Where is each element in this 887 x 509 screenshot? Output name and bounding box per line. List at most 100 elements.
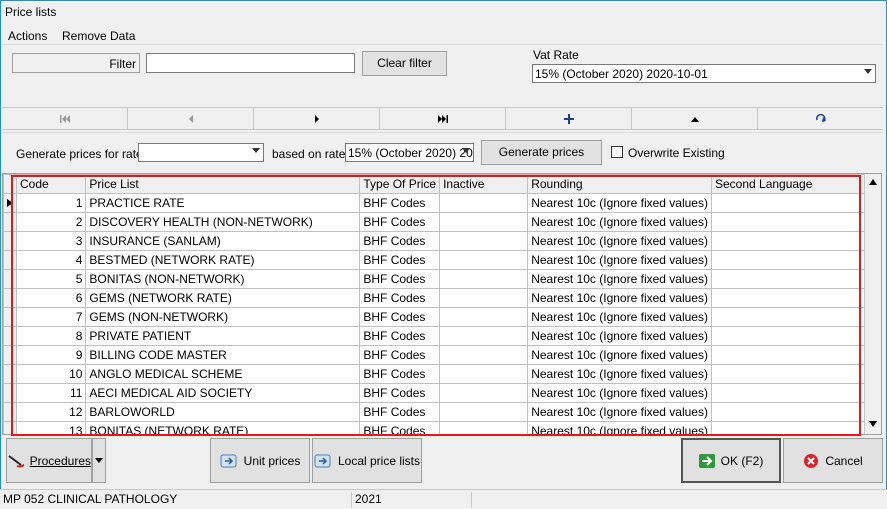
cell-code[interactable]: 10 (15, 364, 87, 384)
table-row[interactable]: 2 DISCOVERY HEALTH (NON-NETWORK) BHF Codes… (3, 212, 881, 232)
table-row[interactable]: 10 ANGLO MEDICAL SCHEME BHF Codes Nearest 1… (3, 364, 881, 384)
cell-type-of-price[interactable]: BHF Codes (359, 364, 441, 384)
cell-price-list[interactable]: DISCOVERY HEALTH (NON-NETWORK) (85, 212, 361, 232)
cell-price-list[interactable]: BESTMED (NETWORK RATE) (85, 250, 361, 270)
cell-code[interactable]: 4 (15, 250, 87, 270)
nav-refresh-button[interactable] (758, 108, 883, 130)
cell-price-list[interactable]: GEMS (NETWORK RATE) (85, 288, 361, 308)
cell-second-language[interactable] (710, 326, 881, 346)
cell-rounding[interactable]: Nearest 10c (Ignore fixed values) (527, 326, 712, 346)
cell-second-language[interactable] (710, 421, 881, 434)
table-row[interactable]: 11 AECI MEDICAL AID SOCIETY BHF Codes Neare… (3, 383, 881, 403)
cell-code[interactable]: 8 (15, 326, 87, 346)
overwrite-existing-checkbox[interactable] (611, 146, 623, 158)
table-row[interactable]: 6 GEMS (NETWORK RATE) BHF Codes Nearest 10c… (3, 288, 881, 308)
table-row[interactable]: 7 GEMS (NON-NETWORK) BHF Codes Nearest 10c … (3, 307, 881, 327)
cell-price-list[interactable]: BONITAS (NETWORK RATE) (85, 421, 361, 434)
cell-rounding[interactable]: Nearest 10c (Ignore fixed values) (527, 193, 712, 213)
table-row[interactable]: 9 BILLING CODE MASTER BHF Codes Nearest 10c… (3, 345, 881, 365)
cell-rounding[interactable]: Nearest 10c (Ignore fixed values) (527, 345, 712, 365)
cell-price-list[interactable]: INSURANCE (SANLAM) (85, 231, 361, 251)
cell-inactive[interactable] (439, 231, 529, 251)
generate-for-rate-select[interactable] (138, 143, 264, 162)
cell-code[interactable]: 7 (15, 307, 87, 327)
cell-type-of-price[interactable]: BHF Codes (359, 269, 441, 289)
procedures-dropdown-button[interactable] (92, 438, 106, 483)
nav-last-button[interactable] (380, 108, 506, 130)
column-header-inactive[interactable]: Inactive (439, 174, 529, 194)
cell-price-list[interactable]: BONITAS (NON-NETWORK) (85, 269, 361, 289)
filter-input[interactable] (146, 53, 355, 73)
cell-rounding[interactable]: Nearest 10c (Ignore fixed values) (527, 383, 712, 403)
cell-type-of-price[interactable]: BHF Codes (359, 345, 441, 365)
cell-price-list[interactable]: BARLOWORLD (85, 402, 361, 422)
based-on-rate-select[interactable]: 15% (October 2020) 20 (345, 143, 474, 162)
table-row[interactable]: 4 BESTMED (NETWORK RATE) BHF Codes Nearest … (3, 250, 881, 270)
cell-rounding[interactable]: Nearest 10c (Ignore fixed values) (527, 269, 712, 289)
cell-price-list[interactable]: PRACTICE RATE (85, 193, 361, 213)
cell-rounding[interactable]: Nearest 10c (Ignore fixed values) (527, 402, 712, 422)
cell-type-of-price[interactable]: BHF Codes (359, 383, 441, 403)
nav-first-button[interactable] (2, 108, 128, 130)
cell-inactive[interactable] (439, 364, 529, 384)
cell-price-list[interactable]: PRIVATE PATIENT (85, 326, 361, 346)
cancel-button[interactable]: Cancel (783, 438, 883, 483)
cell-second-language[interactable] (710, 364, 881, 384)
cell-type-of-price[interactable]: BHF Codes (359, 212, 441, 232)
cell-inactive[interactable] (439, 326, 529, 346)
table-row[interactable]: 8 PRIVATE PATIENT BHF Codes Nearest 10c (Ig… (3, 326, 881, 346)
column-header-rounding[interactable]: Rounding (527, 174, 712, 194)
procedures-button[interactable]: Procedures (6, 438, 92, 483)
cell-inactive[interactable] (439, 288, 529, 308)
clear-filter-button[interactable]: Clear filter (362, 51, 447, 76)
cell-price-list[interactable]: GEMS (NON-NETWORK) (85, 307, 361, 327)
cell-second-language[interactable] (710, 288, 881, 308)
cell-type-of-price[interactable]: BHF Codes (359, 250, 441, 270)
cell-rounding[interactable]: Nearest 10c (Ignore fixed values) (527, 307, 712, 327)
ok-button[interactable]: OK (F2) (681, 438, 781, 483)
column-header-second-language[interactable]: Second Language (710, 174, 881, 194)
cell-code[interactable]: 13 (15, 421, 87, 434)
cell-code[interactable]: 2 (15, 212, 87, 232)
menu-remove-data[interactable]: Remove Data (62, 29, 135, 43)
cell-code[interactable]: 3 (15, 231, 87, 251)
local-price-lists-button[interactable]: Local price lists (312, 438, 422, 483)
cell-code[interactable]: 12 (15, 402, 87, 422)
cell-type-of-price[interactable]: BHF Codes (359, 402, 441, 422)
nav-insert-button[interactable] (506, 108, 632, 130)
vat-rate-select[interactable]: 15% (October 2020) 2020-10-01 (532, 64, 876, 83)
nav-next-button[interactable] (254, 108, 380, 130)
scroll-down-icon[interactable] (868, 420, 878, 428)
grid-vertical-scrollbar[interactable] (864, 174, 881, 434)
nav-prior-button[interactable] (128, 108, 254, 130)
cell-code[interactable]: 1 (15, 193, 87, 213)
cell-type-of-price[interactable]: BHF Codes (359, 421, 441, 434)
table-row[interactable]: 12 BARLOWORLD BHF Codes Nearest 10c (Ignore… (3, 402, 881, 422)
cell-rounding[interactable]: Nearest 10c (Ignore fixed values) (527, 288, 712, 308)
cell-second-language[interactable] (710, 307, 881, 327)
nav-up-button[interactable] (632, 108, 758, 130)
cell-inactive[interactable] (439, 212, 529, 232)
cell-code[interactable]: 11 (15, 383, 87, 403)
cell-rounding[interactable]: Nearest 10c (Ignore fixed values) (527, 250, 712, 270)
cell-second-language[interactable] (710, 345, 881, 365)
cell-inactive[interactable] (439, 421, 529, 434)
cell-second-language[interactable] (710, 383, 881, 403)
cell-code[interactable]: 9 (15, 345, 87, 365)
price-list-grid[interactable]: Code Price List Type Of Price Inactive R… (2, 173, 882, 435)
cell-second-language[interactable] (710, 402, 881, 422)
cell-rounding[interactable]: Nearest 10c (Ignore fixed values) (527, 421, 712, 434)
cell-second-language[interactable] (710, 212, 881, 232)
cell-inactive[interactable] (439, 250, 529, 270)
cell-second-language[interactable] (710, 193, 881, 213)
cell-code[interactable]: 5 (15, 269, 87, 289)
table-row[interactable]: 5 BONITAS (NON-NETWORK) BHF Codes Nearest 1… (3, 269, 881, 289)
cell-type-of-price[interactable]: BHF Codes (359, 326, 441, 346)
cell-second-language[interactable] (710, 250, 881, 270)
cell-type-of-price[interactable]: BHF Codes (359, 307, 441, 327)
table-row[interactable]: 1 PRACTICE RATE BHF Codes Nearest 10c (Igno… (3, 193, 881, 213)
cell-type-of-price[interactable]: BHF Codes (359, 193, 441, 213)
cell-price-list[interactable]: AECI MEDICAL AID SOCIETY (85, 383, 361, 403)
cell-rounding[interactable]: Nearest 10c (Ignore fixed values) (527, 231, 712, 251)
cell-price-list[interactable]: BILLING CODE MASTER (85, 345, 361, 365)
